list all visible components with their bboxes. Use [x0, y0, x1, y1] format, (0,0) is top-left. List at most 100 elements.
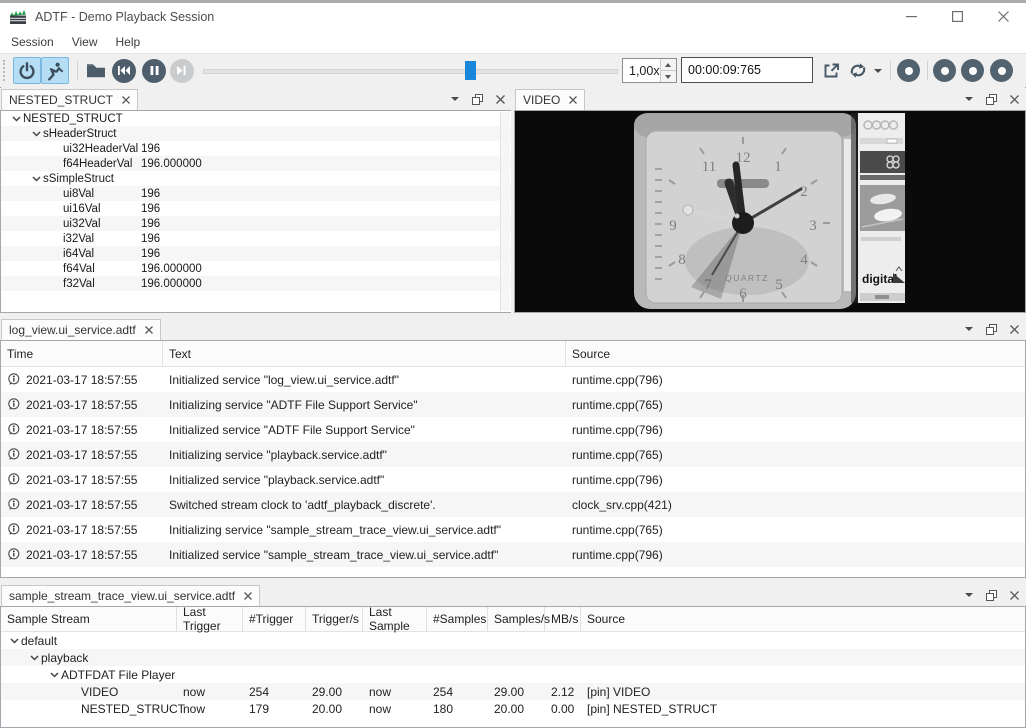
panel-close-icon[interactable]: [1010, 95, 1019, 104]
tree-row[interactable]: f64HeaderVal196.000000: [1, 156, 511, 171]
nested-struct-tree: NESTED_STRUCT sHeaderStruct ui32HeaderVa…: [0, 110, 512, 313]
vertical-splitter[interactable]: [511, 88, 514, 313]
marker-button-2[interactable]: [933, 59, 956, 82]
tab-close-icon[interactable]: [244, 592, 252, 600]
tree-row[interactable]: f32Val196.000000: [1, 276, 511, 291]
panel-menu-icon[interactable]: [965, 593, 973, 597]
tree-row[interactable]: i64Val196: [1, 246, 511, 261]
column-header-time[interactable]: Time: [1, 341, 163, 366]
tab-log-view[interactable]: log_view.ui_service.adtf: [1, 319, 161, 340]
window-title: ADTF - Demo Playback Session: [35, 10, 214, 24]
title-bar[interactable]: ADTF - Demo Playback Session: [0, 3, 1026, 30]
log-panel: log_view.ui_service.adtf Time Text Sourc…: [0, 318, 1026, 578]
tree-row[interactable]: f64Val196.000000: [1, 261, 511, 276]
tab-sample-stream-trace[interactable]: sample_stream_trace_view.ui_service.adtf: [1, 585, 260, 606]
tree-row[interactable]: ui8Val196: [1, 186, 511, 201]
tab-video[interactable]: VIDEO: [515, 89, 585, 110]
tree-row[interactable]: i32Val196: [1, 231, 511, 246]
panel-menu-icon[interactable]: [451, 97, 459, 101]
info-icon: [7, 373, 20, 386]
menu-help[interactable]: Help: [107, 32, 150, 52]
chevron-expanded-icon[interactable]: [9, 116, 23, 122]
skip-to-end-button[interactable]: [168, 57, 196, 84]
column-header-last-trigger[interactable]: Last Trigger: [177, 607, 243, 631]
pause-button[interactable]: [140, 57, 168, 84]
log-row[interactable]: 2021-03-17 18:57:55 Switched stream cloc…: [1, 492, 1025, 517]
time-field[interactable]: 00:00:09:765: [681, 57, 813, 83]
panel-close-icon[interactable]: [1010, 325, 1019, 334]
trace-row[interactable]: VIDEO now 254 29.00 now 254 29.00 2.12 […: [1, 683, 1025, 700]
minimize-icon[interactable]: [888, 3, 934, 30]
seek-slider-track[interactable]: [203, 69, 618, 74]
tree-row[interactable]: ui16Val196: [1, 201, 511, 216]
log-row[interactable]: 2021-03-17 18:57:55 Initializing service…: [1, 517, 1025, 542]
panel-float-icon[interactable]: [986, 94, 997, 105]
column-header-trigger-rate[interactable]: Trigger/s: [306, 607, 363, 631]
tab-nested-struct[interactable]: NESTED_STRUCT: [1, 89, 138, 110]
chevron-expanded-icon[interactable]: [47, 672, 61, 678]
panel-menu-icon[interactable]: [965, 97, 973, 101]
marker-button-3[interactable]: [961, 59, 984, 82]
trace-row[interactable]: NESTED_STRUCT now 179 20.00 now 180 20.0…: [1, 700, 1025, 717]
loop-button[interactable]: [845, 57, 871, 84]
maximize-icon[interactable]: [934, 3, 980, 30]
log-row[interactable]: 2021-03-17 18:57:55 Initialized service …: [1, 417, 1025, 442]
panel-float-icon[interactable]: [986, 590, 997, 601]
panel-close-icon[interactable]: [1010, 591, 1019, 600]
trace-row[interactable]: playback: [1, 649, 1025, 666]
speed-down-button[interactable]: [661, 71, 676, 82]
loop-options-dropdown[interactable]: [871, 57, 885, 84]
trace-row[interactable]: default: [1, 632, 1025, 649]
tab-close-icon[interactable]: [122, 96, 130, 104]
tab-close-icon[interactable]: [145, 326, 153, 334]
marker-button-1[interactable]: [897, 59, 920, 82]
column-header-sample-rate[interactable]: Samples/s: [488, 607, 545, 631]
detach-button[interactable]: [817, 57, 845, 84]
panel-close-icon[interactable]: [496, 95, 505, 104]
tree-row[interactable]: ui32Val196: [1, 216, 511, 231]
tree-row[interactable]: ui32HeaderVal196: [1, 141, 511, 156]
open-file-button[interactable]: [82, 57, 110, 84]
power-button[interactable]: [13, 57, 41, 84]
panel-float-icon[interactable]: [472, 94, 483, 105]
column-header-text[interactable]: Text: [163, 341, 566, 366]
log-row[interactable]: 2021-03-17 18:57:55 Initializing service…: [1, 442, 1025, 467]
toolbar-grip[interactable]: [3, 60, 8, 81]
seek-slider[interactable]: [203, 57, 618, 84]
menu-view[interactable]: View: [63, 32, 107, 52]
close-icon[interactable]: [980, 3, 1026, 30]
speed-spinbox[interactable]: 1,00x: [622, 58, 677, 83]
panel-menu-icon[interactable]: [965, 327, 973, 331]
log-row[interactable]: 2021-03-17 18:57:55 Initialized service …: [1, 467, 1025, 492]
trace-row[interactable]: ADTFDAT File Player: [1, 666, 1025, 683]
video-panel: VIDEO: [514, 88, 1026, 313]
vertical-scrollbar[interactable]: [500, 112, 510, 311]
tree-row[interactable]: sHeaderStruct: [1, 126, 511, 141]
seek-slider-handle[interactable]: [465, 61, 476, 80]
column-header-sample-count[interactable]: #Samples: [427, 607, 488, 631]
log-row[interactable]: 2021-03-17 18:57:55 Initialized service …: [1, 367, 1025, 392]
speed-value[interactable]: 1,00x: [623, 59, 660, 82]
column-header-sample-stream[interactable]: Sample Stream: [1, 607, 177, 631]
column-header-trigger-count[interactable]: #Trigger: [243, 607, 306, 631]
log-row[interactable]: 2021-03-17 18:57:55 Initialized service …: [1, 542, 1025, 567]
tree-row[interactable]: sSimpleStruct: [1, 171, 511, 186]
chevron-expanded-icon[interactable]: [29, 176, 43, 182]
tree-row[interactable]: NESTED_STRUCT: [1, 111, 511, 126]
panel-float-icon[interactable]: [986, 324, 997, 335]
chevron-expanded-icon[interactable]: [29, 131, 43, 137]
info-icon: [7, 548, 20, 561]
log-row[interactable]: 2021-03-17 18:57:55 Initializing service…: [1, 392, 1025, 417]
chevron-expanded-icon[interactable]: [27, 655, 41, 661]
column-header-source[interactable]: Source: [566, 341, 1025, 366]
column-header-mb-s[interactable]: MB/s: [545, 607, 581, 631]
chevron-expanded-icon[interactable]: [7, 638, 21, 644]
column-header-source[interactable]: Source: [581, 607, 1025, 631]
skip-to-start-button[interactable]: [110, 57, 138, 84]
menu-session[interactable]: Session: [2, 32, 63, 52]
speed-up-button[interactable]: [661, 59, 676, 71]
tab-close-icon[interactable]: [569, 96, 577, 104]
marker-button-4[interactable]: [990, 59, 1013, 82]
run-button[interactable]: [41, 57, 69, 84]
column-header-last-sample[interactable]: Last Sample: [363, 607, 427, 631]
